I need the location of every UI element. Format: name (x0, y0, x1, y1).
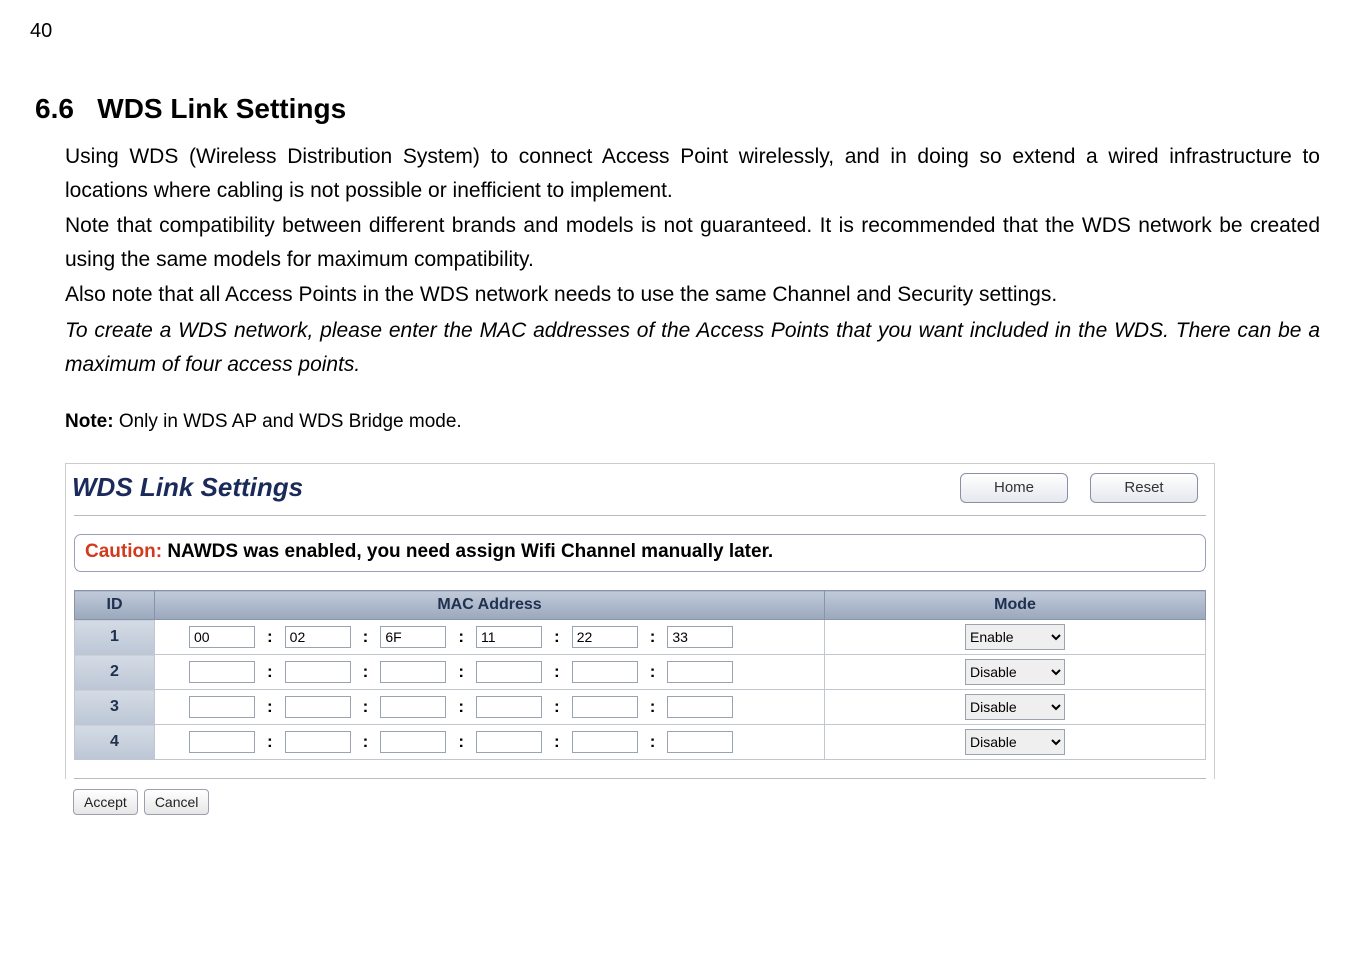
mac-colon: : (546, 732, 568, 752)
mode-select[interactable]: EnableDisable (965, 624, 1065, 650)
mac-colon: : (259, 662, 281, 682)
mac-segment-input[interactable] (189, 661, 255, 683)
table-row: 2:::::EnableDisable (75, 655, 1206, 690)
note-text: Only in WDS AP and WDS Bridge mode. (114, 411, 462, 432)
mac-colon: : (450, 662, 472, 682)
bottom-buttons: Accept Cancel (73, 789, 1320, 815)
mac-segment-input[interactable] (476, 661, 542, 683)
table-row: 4:::::EnableDisable (75, 725, 1206, 760)
mac-segment-input[interactable] (572, 661, 638, 683)
mac-segment-input[interactable] (285, 626, 351, 648)
mac-segment-input[interactable] (285, 731, 351, 753)
row-id: 4 (75, 725, 155, 760)
mac-segment-input[interactable] (667, 731, 733, 753)
divider (74, 515, 1206, 516)
wds-table: ID MAC Address Mode 1:::::EnableDisable2… (74, 590, 1206, 760)
mac-segment-input[interactable] (285, 696, 351, 718)
panel-title: WDS Link Settings (72, 472, 303, 503)
mac-colon: : (450, 732, 472, 752)
mac-colon: : (546, 627, 568, 647)
table-header-row: ID MAC Address Mode (75, 591, 1206, 620)
mac-segment-input[interactable] (476, 696, 542, 718)
mac-colon: : (546, 662, 568, 682)
note-label: Note: (65, 411, 114, 432)
mac-segment-input[interactable] (380, 626, 446, 648)
row-id: 2 (75, 655, 155, 690)
mac-colon: : (546, 697, 568, 717)
home-button[interactable]: Home (960, 473, 1068, 503)
mac-cell: ::::: (155, 620, 825, 655)
mac-segment-input[interactable] (667, 696, 733, 718)
mac-segment-input[interactable] (380, 696, 446, 718)
mac-colon: : (355, 662, 377, 682)
body-paragraph-3: Also note that all Access Points in the … (65, 278, 1320, 312)
mac-colon: : (642, 697, 664, 717)
caution-text: NAWDS was enabled, you need assign Wifi … (162, 541, 773, 562)
mac-colon: : (642, 732, 664, 752)
caution-label: Caution: (85, 541, 162, 562)
row-id: 1 (75, 620, 155, 655)
page-number: 40 (30, 20, 1320, 43)
section-heading: WDS Link Settings (97, 93, 346, 124)
col-header-mode: Mode (825, 591, 1206, 620)
mac-colon: : (259, 732, 281, 752)
reset-button[interactable]: Reset (1090, 473, 1198, 503)
row-id: 3 (75, 690, 155, 725)
body-paragraph-1: Using WDS (Wireless Distribution System)… (65, 140, 1320, 207)
section-number: 6.6 (35, 93, 74, 124)
mode-select[interactable]: EnableDisable (965, 659, 1065, 685)
mac-segment-input[interactable] (476, 731, 542, 753)
mac-segment-input[interactable] (189, 626, 255, 648)
mac-colon: : (642, 627, 664, 647)
mode-select[interactable]: EnableDisable (965, 694, 1065, 720)
mac-segment-input[interactable] (572, 626, 638, 648)
accept-button[interactable]: Accept (73, 789, 138, 815)
mac-cell: ::::: (155, 725, 825, 760)
mac-segment-input[interactable] (380, 661, 446, 683)
mac-colon: : (355, 627, 377, 647)
body-paragraph-4-italic: To create a WDS network, please enter th… (65, 314, 1320, 381)
mac-cell: ::::: (155, 690, 825, 725)
mac-segment-input[interactable] (667, 626, 733, 648)
body-paragraph-2: Note that compatibility between differen… (65, 209, 1320, 276)
mode-cell: EnableDisable (825, 725, 1206, 760)
mode-cell: EnableDisable (825, 620, 1206, 655)
section-title: 6.6 WDS Link Settings (35, 93, 1320, 125)
mac-colon: : (259, 627, 281, 647)
mode-cell: EnableDisable (825, 690, 1206, 725)
mac-colon: : (450, 697, 472, 717)
mac-segment-input[interactable] (380, 731, 446, 753)
mac-segment-input[interactable] (476, 626, 542, 648)
panel-header-buttons: Home Reset (960, 473, 1198, 503)
note-line: Note: Only in WDS AP and WDS Bridge mode… (65, 411, 1320, 433)
table-row: 1:::::EnableDisable (75, 620, 1206, 655)
cancel-button[interactable]: Cancel (144, 789, 210, 815)
panel-header: WDS Link Settings Home Reset (66, 464, 1214, 515)
mac-colon: : (355, 732, 377, 752)
caution-box: Caution: NAWDS was enabled, you need ass… (74, 534, 1206, 572)
wds-panel: WDS Link Settings Home Reset Caution: NA… (65, 463, 1215, 779)
mac-colon: : (642, 662, 664, 682)
mac-segment-input[interactable] (572, 696, 638, 718)
mac-colon: : (450, 627, 472, 647)
mac-segment-input[interactable] (667, 661, 733, 683)
table-row: 3:::::EnableDisable (75, 690, 1206, 725)
mac-colon: : (259, 697, 281, 717)
divider (74, 778, 1206, 779)
col-header-id: ID (75, 591, 155, 620)
mode-select[interactable]: EnableDisable (965, 729, 1065, 755)
mode-cell: EnableDisable (825, 655, 1206, 690)
mac-cell: ::::: (155, 655, 825, 690)
mac-segment-input[interactable] (189, 696, 255, 718)
mac-segment-input[interactable] (189, 731, 255, 753)
mac-segment-input[interactable] (285, 661, 351, 683)
mac-colon: : (355, 697, 377, 717)
mac-segment-input[interactable] (572, 731, 638, 753)
col-header-mac: MAC Address (155, 591, 825, 620)
